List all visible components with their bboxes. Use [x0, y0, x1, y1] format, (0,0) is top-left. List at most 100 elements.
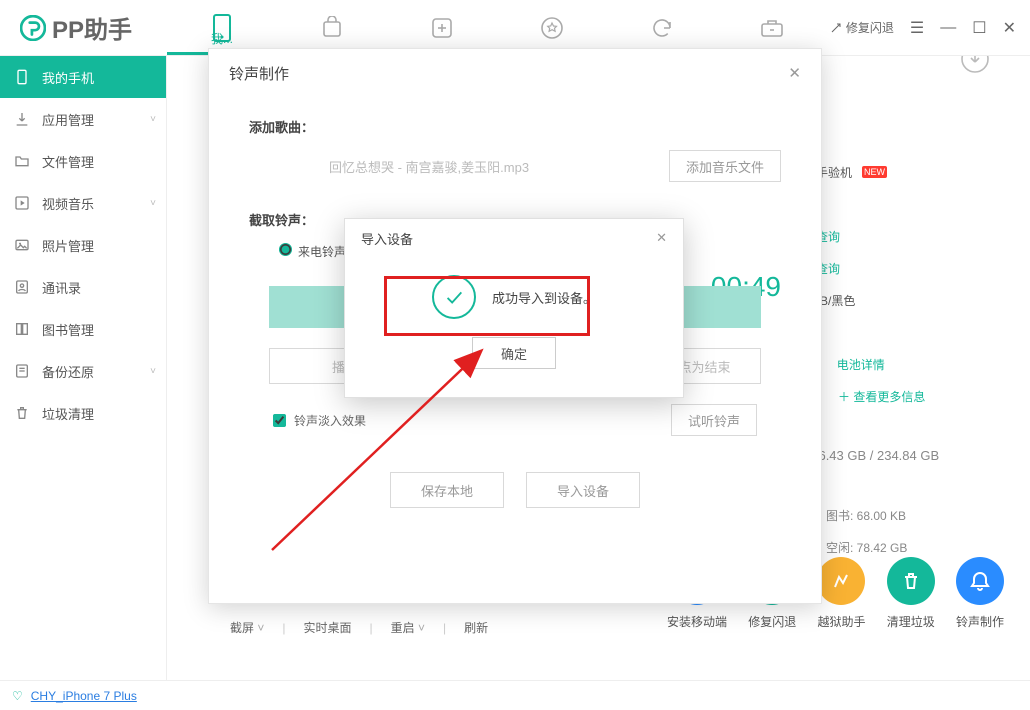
new-badge: NEW [862, 166, 887, 178]
wand-icon [830, 22, 842, 34]
cmd-live-desktop[interactable]: 实时桌面 [304, 619, 352, 636]
label: 修复闪退 [748, 613, 796, 630]
ringtone-modal-close[interactable]: ✕ [788, 64, 801, 82]
star-circle-icon [540, 16, 564, 40]
action-jailbreak[interactable]: 越狱助手 [817, 557, 865, 630]
action-ringtone[interactable]: 铃声制作 [956, 557, 1004, 630]
books-size: 图书: 68.00 KB [826, 507, 906, 524]
cmd-refresh[interactable]: 刷新 [464, 619, 488, 636]
jailbreak-icon [817, 557, 865, 605]
add-box-icon [430, 16, 454, 40]
contacts-icon [14, 279, 30, 295]
tab-add[interactable] [387, 0, 497, 55]
import-modal-close[interactable]: ✕ [656, 230, 667, 246]
more-info-link[interactable]: ＋ 查看更多信息 [838, 388, 925, 405]
play-box-icon [14, 195, 30, 211]
close-button[interactable]: ✕ [1003, 18, 1016, 38]
sidebar-item-label: 应用管理 [42, 110, 94, 129]
cmd-screenshot[interactable]: 截屏 ˅ [230, 619, 264, 636]
sidebar-item-apps[interactable]: 应用管理 ˅ [0, 98, 166, 140]
download-circle-icon [960, 56, 990, 74]
label: 安装移动端 [667, 613, 727, 630]
preview-button[interactable]: 试听铃声 [671, 404, 757, 436]
sidebar-item-label: 我的手机 [42, 68, 94, 87]
save-local-button[interactable]: 保存本地 [390, 472, 504, 508]
sidebar-item-photos[interactable]: 照片管理 [0, 224, 166, 266]
toolbox-icon [759, 16, 785, 40]
device-name-link[interactable]: CHY_iPhone 7 Plus [31, 689, 137, 703]
sidebar-item-label: 备份还原 [42, 362, 94, 381]
repair-flash-link[interactable]: 修复闪退 [830, 19, 894, 36]
radio-incoming[interactable]: 来电铃声 [279, 243, 346, 260]
menu-button[interactable]: ☰ [910, 18, 924, 38]
phone-icon [14, 69, 30, 85]
sidebar-item-backup[interactable]: 备份还原 ˅ [0, 350, 166, 392]
import-modal-title: 导入设备 [361, 229, 413, 248]
tab-my-device[interactable]: 我... [167, 0, 277, 55]
statusbar: ♡ CHY_iPhone 7 Plus [0, 680, 1030, 710]
import-device-button[interactable]: 导入设备 [526, 472, 640, 508]
tab-my-label: 我... [211, 30, 233, 47]
ok-button[interactable]: 确定 [472, 337, 556, 369]
download-icon [14, 111, 30, 127]
sidebar-item-label: 视频音乐 [42, 194, 94, 213]
success-check-icon [432, 275, 476, 319]
storage-usage: 156.43 GB / 234.84 GB [804, 448, 1004, 463]
minimize-button[interactable]: — [940, 19, 956, 37]
add-music-button[interactable]: 添加音乐文件 [669, 150, 781, 182]
backup-icon [14, 363, 30, 379]
success-message: 成功导入到设备。 [492, 288, 596, 307]
sidebar-item-files[interactable]: 文件管理 [0, 140, 166, 182]
app-logo: PP助手 [0, 10, 167, 45]
chevron-down-icon: ˅ [150, 114, 156, 125]
free-size: 空闲: 78.42 GB [826, 539, 907, 556]
fade-checkbox[interactable]: 铃声淡入效果 [273, 412, 366, 429]
label: 越狱助手 [817, 613, 865, 630]
download-circle[interactable] [960, 56, 990, 79]
ringtone-modal-title: 铃声制作 [229, 63, 289, 84]
cmd-reboot[interactable]: 重启 ˅ [391, 619, 425, 636]
device-status-icon: ♡ [12, 689, 23, 703]
maximize-button[interactable]: ☐ [972, 18, 986, 38]
trash-icon [14, 405, 30, 421]
repair-label: 修复闪退 [846, 19, 894, 36]
sidebar-item-media[interactable]: 视频音乐 ˅ [0, 182, 166, 224]
chevron-down-icon: ˅ [150, 198, 156, 209]
window-controls: 修复闪退 ☰ — ☐ ✕ [830, 18, 1030, 38]
bag-icon [320, 16, 344, 40]
label: 清理垃圾 [887, 613, 935, 630]
sidebar-item-my-phone[interactable]: 我的手机 [0, 56, 166, 98]
sidebar-item-contacts[interactable]: 通讯录 [0, 266, 166, 308]
sidebar-item-books[interactable]: 图书管理 [0, 308, 166, 350]
sidebar-item-label: 图书管理 [42, 320, 94, 339]
add-song-label: 添加歌曲： [249, 117, 781, 136]
chevron-down-icon: ˅ [150, 366, 156, 377]
sidebar-item-label: 照片管理 [42, 236, 94, 255]
refresh-icon [650, 16, 674, 40]
label: 铃声制作 [956, 613, 1004, 630]
book-icon [14, 321, 30, 337]
selected-song: 回忆总想哭 - 南宫嘉骏,姜玉阳.mp3 [329, 157, 529, 176]
sidebar-item-label: 文件管理 [42, 152, 94, 171]
tab-shop[interactable] [277, 0, 387, 55]
battery-detail-link[interactable]: 电池详情 [837, 356, 885, 373]
tab-loop[interactable] [607, 0, 717, 55]
tab-toolbox[interactable] [717, 0, 827, 55]
sidebar-item-label: 通讯录 [42, 278, 81, 297]
device-info-panel: 助手验机NEW 周 钱查询 钱查询 5GB/黑色 5 % 电池详情 息 ＋ 查看… [804, 156, 1004, 563]
import-success-modal: 导入设备 ✕ 成功导入到设备。 确定 [344, 218, 684, 398]
action-clean[interactable]: 清理垃圾 [887, 557, 935, 630]
folder-icon [14, 153, 30, 169]
logo-icon [20, 15, 46, 41]
ringtone-icon [956, 557, 1004, 605]
clean-icon [887, 557, 935, 605]
command-row: 截屏 ˅| 实时桌面| 重启 ˅| 刷新 [230, 619, 488, 636]
ringtone-modal-header: 铃声制作 ✕ [209, 49, 821, 97]
app-name: PP助手 [52, 10, 132, 45]
sidebar-item-cleanup[interactable]: 垃圾清理 [0, 392, 166, 434]
tab-star[interactable] [497, 0, 607, 55]
sidebar: 我的手机 应用管理 ˅ 文件管理 视频音乐 ˅ 照片管理 通讯录 图书管理 备份… [0, 56, 167, 680]
sidebar-item-label: 垃圾清理 [42, 404, 94, 423]
image-icon [14, 237, 30, 253]
top-tabs: 我... [167, 0, 830, 55]
